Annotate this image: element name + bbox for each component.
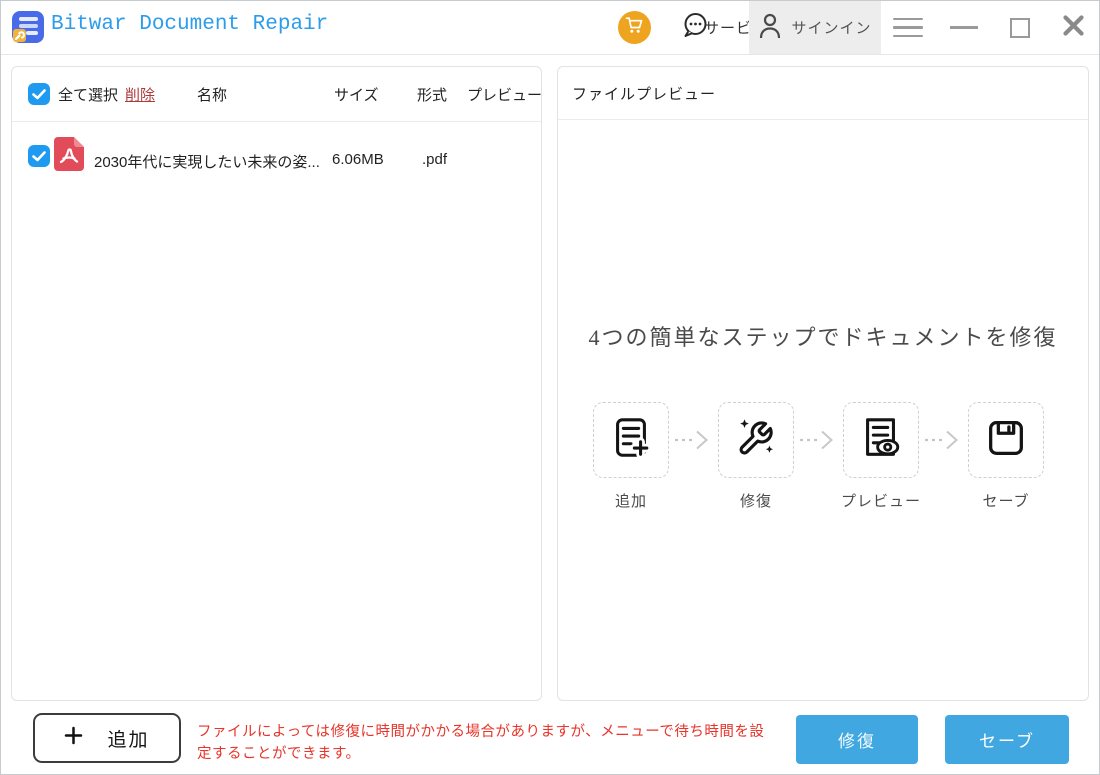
step-save-box [968,402,1044,478]
step-preview: プレビュー [841,402,922,511]
step-add-label: 追加 [614,493,647,510]
table-row[interactable]: 2030年代に実現したい未来の姿... 6.06MB .pdf [12,122,541,184]
repair-button[interactable]: 修復 [796,715,918,764]
menu-button[interactable] [886,1,930,54]
step-repair-label: 修復 [739,493,772,510]
hamburger-icon [893,17,923,38]
signin-button[interactable]: サインイン [749,1,881,54]
repair-time-notice: ファイルによっては修復に時間がかかる場合がありますが、メニューで待ち時間を設定す… [197,724,765,762]
add-button[interactable]: 追加 [33,713,181,763]
shopping-cart-icon [625,16,644,40]
step-repair-box [718,402,794,478]
document-add-icon [608,415,654,466]
preview-panel-header: ファイルプレビュー [558,67,1088,120]
step-save: セーブ [967,402,1045,511]
close-icon [1061,13,1086,43]
file-name: 2030年代に実現したい未来の姿... [94,154,320,171]
save-button[interactable]: セーブ [945,715,1069,764]
person-icon [758,12,782,43]
signin-label: サインイン [791,20,872,37]
delete-link[interactable]: 削除 [125,84,155,105]
step-preview-box [843,402,919,478]
title-bar: Bitwar Document Repair サービス サインイン [1,1,1099,55]
step-save-label: セーブ [982,493,1030,510]
floppy-save-icon [983,415,1029,466]
preview-header-label: ファイルプレビュー [572,85,717,103]
step-add-box [593,402,669,478]
file-list-header: 全て選択 削除 名称 サイズ 形式 プレビュー [12,67,541,122]
column-header-format: 形式 [417,87,448,104]
app-logo-icon [11,10,45,44]
step-add: 追加 [592,402,670,511]
column-header-preview: プレビュー [467,87,542,104]
minimize-button[interactable] [943,1,985,54]
select-all-checkbox[interactable] [28,83,50,105]
step-arrow-icon [920,429,967,451]
column-header-size: サイズ [334,87,379,104]
step-preview-label: プレビュー [841,493,922,510]
step-arrow-icon [795,429,842,451]
column-header-name: 名称 [197,87,228,104]
app-window: Bitwar Document Repair サービス サインイン 全て選択 削… [0,0,1100,775]
steps-title: 4つの簡単なステップでドキュメントを修復 [588,325,1058,350]
step-arrow-icon [670,429,717,451]
file-list-panel: 全て選択 削除 名称 サイズ 形式 プレビュー 2030年代に実現したい未来の姿… [11,66,542,701]
steps-row: 追加 修復 プレビュー セーブ [592,402,1045,511]
select-all-label[interactable]: 全て選択 [58,84,118,105]
maximize-button[interactable] [1001,1,1039,54]
add-button-label: 追加 [107,729,150,751]
file-checkbox[interactable] [28,145,50,167]
wrench-repair-icon [733,415,779,466]
store-cart-button[interactable] [618,11,651,44]
file-format: .pdf [422,151,448,168]
document-preview-icon [858,415,904,466]
close-button[interactable] [1053,1,1093,54]
file-size: 6.06MB [332,151,384,168]
preview-panel: ファイルプレビュー 4つの簡単なステップでドキュメントを修復 追加 修復 プレビ… [557,66,1089,701]
maximize-icon [1010,17,1030,38]
minimize-icon [950,26,978,29]
app-title: Bitwar Document Repair [51,13,329,36]
step-repair: 修復 [717,402,795,511]
pdf-file-icon [54,137,84,176]
plus-icon [64,726,83,751]
